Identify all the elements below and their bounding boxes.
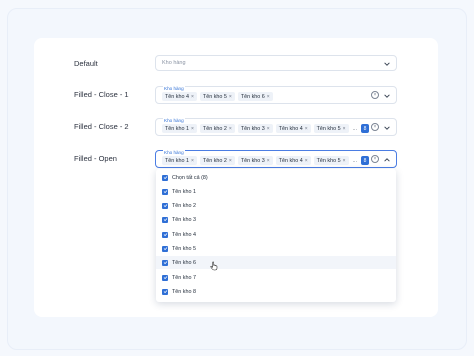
tag: Tên kho 2 × [199,124,235,133]
remove-tag-icon[interactable]: × [229,158,232,164]
checkbox-checked-icon[interactable] [162,288,168,295]
tag-label: Tên kho 6 [240,93,265,100]
chevron-up-icon[interactable] [383,156,391,164]
tag: Tên kho 5 × [199,92,235,101]
tag: Tên kho 2 × [199,156,235,165]
hand-cursor-icon [210,261,218,271]
tag-label: Tên kho 1 [165,157,189,164]
option-label: Tên kho 7 [172,274,196,281]
checkbox-checked-icon[interactable] [162,274,168,281]
remove-tag-icon[interactable]: × [191,126,194,132]
remove-tag-icon[interactable]: × [229,94,232,100]
remove-tag-icon[interactable]: × [191,158,194,164]
warehouse-select-open[interactable]: Kho hàng Tên kho 1 × Tên kho 2 × Tên kho 3… [155,150,397,168]
option-item[interactable]: Tên kho 4 [156,228,396,241]
field-label: Kho hàng [163,118,185,123]
overflow-ellipsis: ... [352,157,358,164]
overflow-ellipsis: ... [352,125,358,132]
remove-tag-icon[interactable]: × [305,126,308,132]
option-label: Tên kho 8 [172,288,196,295]
option-select-all[interactable]: Chọn tất cả (8) [156,171,396,184]
tag-label: Tên kho 4 [278,125,303,132]
checkbox-checked-icon[interactable] [162,174,168,181]
tag-label: Tên kho 5 [316,157,341,164]
tag-label: Tên kho 5 [202,93,227,100]
placeholder: Kho hàng [162,60,186,66]
chevron-down-icon[interactable] [383,124,391,132]
tag: Tên kho 3 × [237,124,273,133]
option-label: Tên kho 1 [172,188,196,195]
option-label: Tên kho 3 [172,216,196,223]
tag: Tên kho 4 × [162,92,197,101]
tag-label: Tên kho 1 [165,125,189,132]
checkbox-checked-icon[interactable] [162,202,168,209]
tag: Tên kho 4 × [275,156,311,165]
label-open: Filled - Open [74,154,117,163]
label-default: Default [74,59,98,68]
dropdown-menu: Chọn tất cả (8) Tên kho 1 Tên kho 2 Tên … [156,169,396,302]
tag: Tên kho 3 × [237,156,273,165]
warehouse-select-close-1[interactable]: Kho hàng Tên kho 4 × Tên kho 5 × Tên kho 6… [155,86,397,104]
option-label: Tên kho 5 [172,245,196,252]
label-close-1: Filled - Close - 1 [74,90,129,99]
option-label: Tên kho 6 [172,259,196,266]
option-label: Tên kho 4 [172,231,196,238]
chevron-down-icon[interactable] [383,92,391,100]
selected-count-badge: 8 [361,124,370,133]
option-item[interactable]: Tên kho 1 [156,185,396,198]
tag: Tên kho 4 × [275,124,311,133]
warehouse-select-default[interactable]: Kho hàng [155,55,397,71]
remove-tag-icon[interactable]: × [343,126,346,132]
clear-icon[interactable]: × [371,155,379,163]
remove-tag-icon[interactable]: × [305,158,308,164]
tag-label: Tên kho 2 [202,125,227,132]
clear-icon[interactable]: × [371,123,379,131]
tag-label: Tên kho 4 [278,157,303,164]
checkbox-checked-icon[interactable] [162,231,168,238]
option-item[interactable]: Tên kho 2 [156,199,396,212]
tag-label: Tên kho 3 [240,125,265,132]
tag: Tên kho 1 × [162,156,197,165]
option-item[interactable]: Tên kho 5 [156,242,396,255]
option-item-hovered[interactable]: Tên kho 6 [156,256,396,269]
remove-tag-icon[interactable]: × [267,94,270,100]
warehouse-select-close-2[interactable]: Kho hàng Tên kho 1 × Tên kho 2 × Tên kho 3… [155,118,397,136]
remove-tag-icon[interactable]: × [267,126,270,132]
tag: Tên kho 6 × [237,92,273,101]
remove-tag-icon[interactable]: × [267,158,270,164]
remove-tag-icon[interactable]: × [343,158,346,164]
tag-label: Tên kho 4 [165,93,189,100]
clear-icon[interactable]: × [371,91,379,99]
tag: Tên kho 5 × [313,124,349,133]
tag: Tên kho 5 × [313,156,349,165]
option-label: Chọn tất cả (8) [172,174,208,181]
option-item[interactable]: Tên kho 3 [156,213,396,226]
tag-label: Tên kho 2 [202,157,227,164]
remove-tag-icon[interactable]: × [229,126,232,132]
option-label: Tên kho 2 [172,202,196,209]
remove-tag-icon[interactable]: × [191,94,194,100]
field-label: Kho hàng [163,86,185,91]
checkbox-checked-icon[interactable] [162,216,168,223]
label-close-2: Filled - Close - 2 [74,122,129,131]
field-label: Kho hàng [163,150,185,155]
option-item[interactable]: Tên kho 7 [156,271,396,284]
tag-label: Tên kho 5 [316,125,341,132]
selected-count-badge: 8 [361,156,370,165]
tag-label: Tên kho 3 [240,157,265,164]
chevron-down-icon[interactable] [383,60,391,68]
checkbox-checked-icon[interactable] [162,259,168,266]
option-item[interactable]: Tên kho 8 [156,285,396,298]
checkbox-checked-icon[interactable] [162,245,168,252]
tag: Tên kho 1 × [162,124,197,133]
checkbox-checked-icon[interactable] [162,188,168,195]
